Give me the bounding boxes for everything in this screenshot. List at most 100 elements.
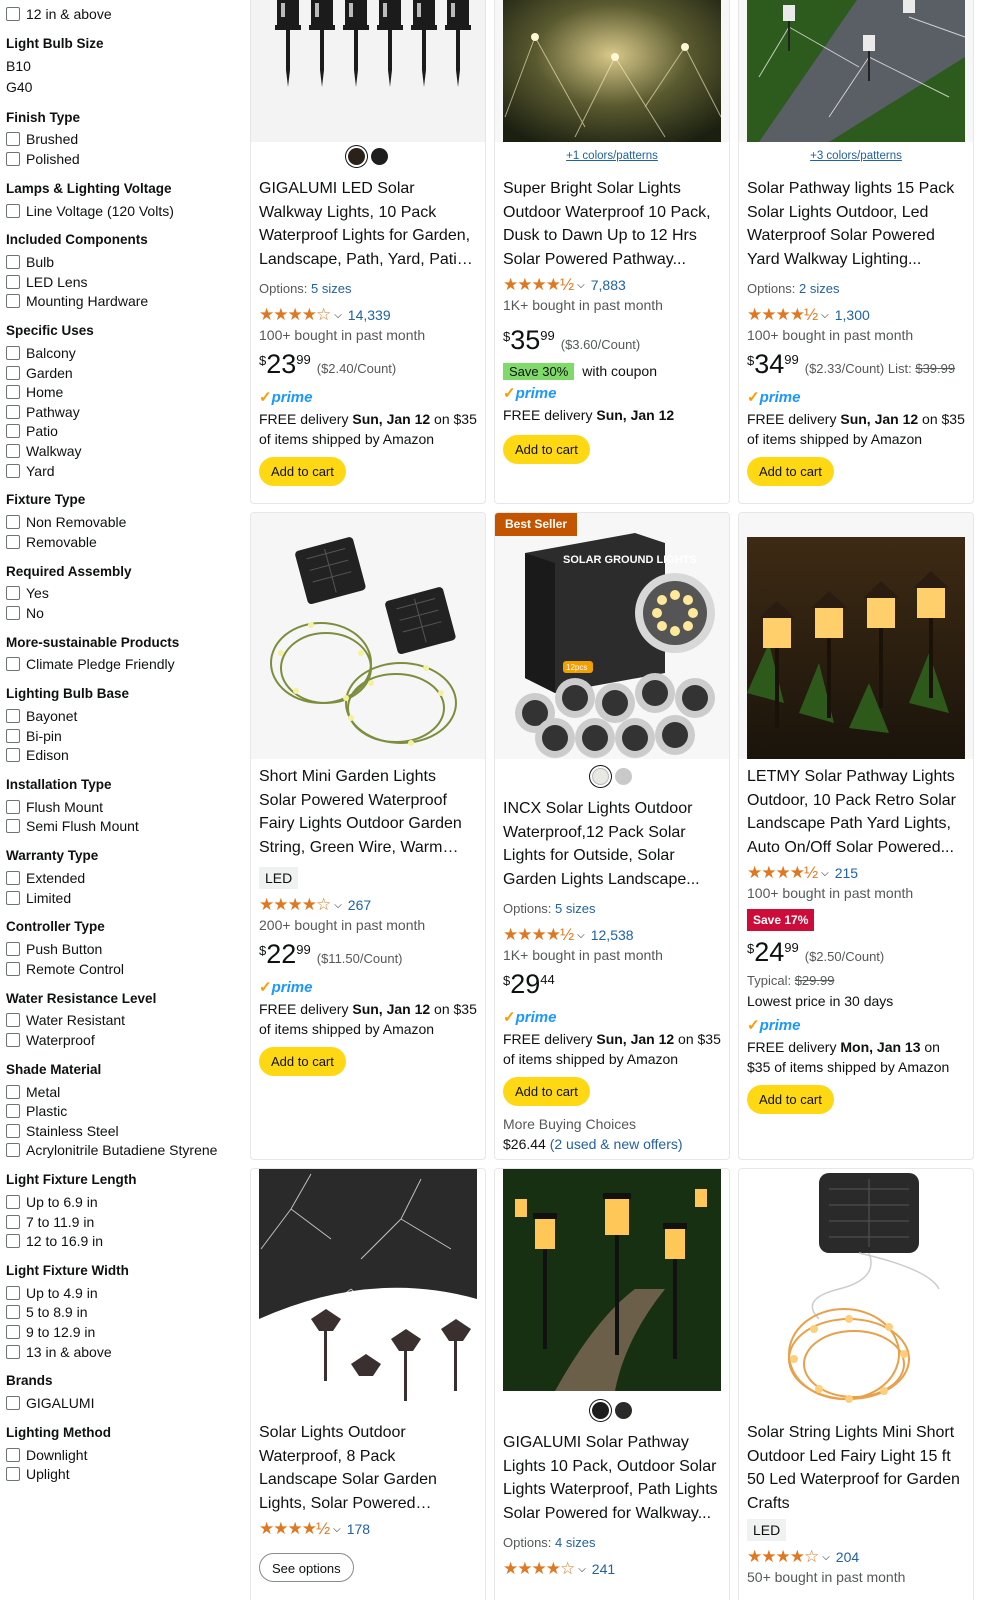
filter-option[interactable]: Waterproof: [6, 1030, 240, 1050]
checkbox-icon[interactable]: [6, 1305, 20, 1320]
options-link[interactable]: 5 sizes: [311, 281, 351, 296]
checkbox-icon[interactable]: [6, 1194, 20, 1209]
filter-option[interactable]: Push Button: [6, 939, 240, 959]
product-image[interactable]: [739, 513, 973, 759]
filter-option[interactable]: GIGALUMI: [6, 1393, 240, 1413]
checkbox-icon[interactable]: [6, 1084, 20, 1099]
add-to-cart-button[interactable]: Add to cart: [503, 435, 590, 464]
rating-count[interactable]: 14,339: [348, 307, 391, 323]
checkbox-icon[interactable]: [6, 463, 20, 478]
filter-option[interactable]: G40: [6, 77, 240, 98]
filter-option[interactable]: Edison: [6, 745, 240, 765]
rating-count[interactable]: 12,538: [591, 927, 634, 943]
rating[interactable]: ★★★★½ ⌵ 7,883: [503, 275, 721, 295]
rating[interactable]: ★★★★½ ⌵ 178: [259, 1519, 477, 1539]
checkbox-icon[interactable]: [6, 709, 20, 724]
checkbox-icon[interactable]: [6, 274, 20, 289]
product-title[interactable]: Solar String Lights Mini Short Outdoor L…: [747, 1421, 965, 1515]
add-to-cart-button[interactable]: Add to cart: [747, 1085, 834, 1114]
options-link[interactable]: 4 sizes: [555, 1535, 595, 1550]
product-card[interactable]: +1 colors/patterns Super Bright Solar Li…: [494, 0, 730, 504]
checkbox-icon[interactable]: [6, 151, 20, 166]
checkbox-icon[interactable]: [6, 871, 20, 886]
filter-option[interactable]: Metal: [6, 1082, 240, 1102]
filter-option[interactable]: Semi Flush Mount: [6, 817, 240, 837]
product-image[interactable]: [495, 0, 729, 142]
product-card[interactable]: LETMY Solar Pathway Lights Outdoor, 10 P…: [738, 512, 974, 1160]
checkbox-icon[interactable]: [6, 203, 20, 218]
checkbox-icon[interactable]: [6, 385, 20, 400]
chevron-down-icon[interactable]: ⌵: [577, 280, 585, 291]
checkbox-icon[interactable]: [6, 365, 20, 380]
checkbox-icon[interactable]: [6, 1033, 20, 1048]
checkbox-icon[interactable]: [6, 534, 20, 549]
rating-count[interactable]: 267: [348, 897, 371, 913]
checkbox-icon[interactable]: [6, 1467, 20, 1482]
product-card[interactable]: Best Seller SOLAR GROUND LIGHTS 12pcs IN…: [494, 512, 730, 1160]
options-link[interactable]: 5 sizes: [555, 901, 595, 916]
filter-option[interactable]: Walkway: [6, 441, 240, 461]
filter-option[interactable]: Garden: [6, 363, 240, 383]
colors-patterns-link[interactable]: +1 colors/patterns: [503, 145, 721, 167]
checkbox-icon[interactable]: [6, 294, 20, 309]
product-image[interactable]: [251, 513, 485, 759]
filter-option[interactable]: Polished: [6, 149, 240, 169]
filter-option[interactable]: Uplight: [6, 1465, 240, 1485]
product-image[interactable]: [739, 0, 973, 142]
product-title[interactable]: Solar Lights Outdoor Waterproof, 8 Pack …: [259, 1421, 477, 1515]
price[interactable]: $24 99 ($2.50/Count): [747, 937, 965, 971]
filter-option[interactable]: Yard: [6, 461, 240, 481]
filter-option[interactable]: Up to 6.9 in: [6, 1192, 240, 1212]
checkbox-icon[interactable]: [6, 6, 20, 21]
filter-option[interactable]: Non Removable: [6, 512, 240, 532]
filter-option[interactable]: Removable: [6, 532, 240, 552]
chevron-down-icon[interactable]: ⌵: [578, 1564, 586, 1575]
product-image[interactable]: SOLAR GROUND LIGHTS 12pcs: [495, 513, 729, 759]
options-link[interactable]: 2 sizes: [799, 281, 839, 296]
filter-option[interactable]: Extended: [6, 868, 240, 888]
checkbox-icon[interactable]: [6, 961, 20, 976]
filter-option[interactable]: Plastic: [6, 1101, 240, 1121]
filter-option[interactable]: Limited: [6, 888, 240, 908]
filter-option[interactable]: Climate Pledge Friendly: [6, 655, 240, 675]
checkbox-icon[interactable]: [6, 1324, 20, 1339]
swatch-black[interactable]: [348, 147, 365, 165]
checkbox-icon[interactable]: [6, 132, 20, 147]
chevron-down-icon[interactable]: ⌵: [822, 1552, 830, 1563]
price[interactable]: $29 44: [503, 969, 721, 1003]
chevron-down-icon[interactable]: ⌵: [577, 930, 585, 941]
checkbox-icon[interactable]: [6, 657, 20, 672]
swatch-gray[interactable]: [615, 767, 632, 785]
swatch-dark[interactable]: [615, 1401, 632, 1419]
filter-option[interactable]: Bi-pin: [6, 726, 240, 746]
filter-option[interactable]: Pathway: [6, 402, 240, 422]
swatch-dark[interactable]: [371, 147, 388, 165]
checkbox-icon[interactable]: [6, 1234, 20, 1249]
checkbox-icon[interactable]: [6, 1285, 20, 1300]
filter-option[interactable]: No: [6, 603, 240, 623]
product-card[interactable]: Short Mini Garden Lights Solar Powered W…: [250, 512, 486, 1160]
product-title[interactable]: GIGALUMI Solar Pathway Lights 10 Pack, O…: [503, 1431, 721, 1525]
rating-count[interactable]: 1,300: [835, 307, 870, 323]
checkbox-icon[interactable]: [6, 819, 20, 834]
add-to-cart-button[interactable]: Add to cart: [503, 1077, 590, 1106]
filter-option[interactable]: Line Voltage (120 Volts): [6, 201, 240, 221]
filter-option[interactable]: Up to 4.9 in: [6, 1283, 240, 1303]
rating[interactable]: ★★★★☆ ⌵ 204: [747, 1547, 965, 1567]
product-image[interactable]: [495, 1169, 729, 1399]
filter-option[interactable]: Bulb: [6, 252, 240, 272]
filter-option[interactable]: 13 in & above: [6, 1342, 240, 1362]
chevron-down-icon[interactable]: ⌵: [821, 310, 829, 321]
product-title[interactable]: Super Bright Solar Lights Outdoor Waterp…: [503, 177, 721, 271]
add-to-cart-button[interactable]: Add to cart: [747, 457, 834, 486]
rating[interactable]: ★★★★½ ⌵ 215: [747, 863, 965, 883]
rating-count[interactable]: 241: [592, 1561, 615, 1577]
filter-option[interactable]: Bayonet: [6, 706, 240, 726]
checkbox-icon[interactable]: [6, 605, 20, 620]
filter-option[interactable]: Stainless Steel: [6, 1121, 240, 1141]
product-title[interactable]: LETMY Solar Pathway Lights Outdoor, 10 P…: [747, 765, 965, 859]
checkbox-icon[interactable]: [6, 799, 20, 814]
colors-patterns-link[interactable]: +3 colors/patterns: [747, 145, 965, 167]
product-card[interactable]: GIGALUMI Solar Pathway Lights 10 Pack, O…: [494, 1168, 730, 1600]
checkbox-icon[interactable]: [6, 1104, 20, 1119]
